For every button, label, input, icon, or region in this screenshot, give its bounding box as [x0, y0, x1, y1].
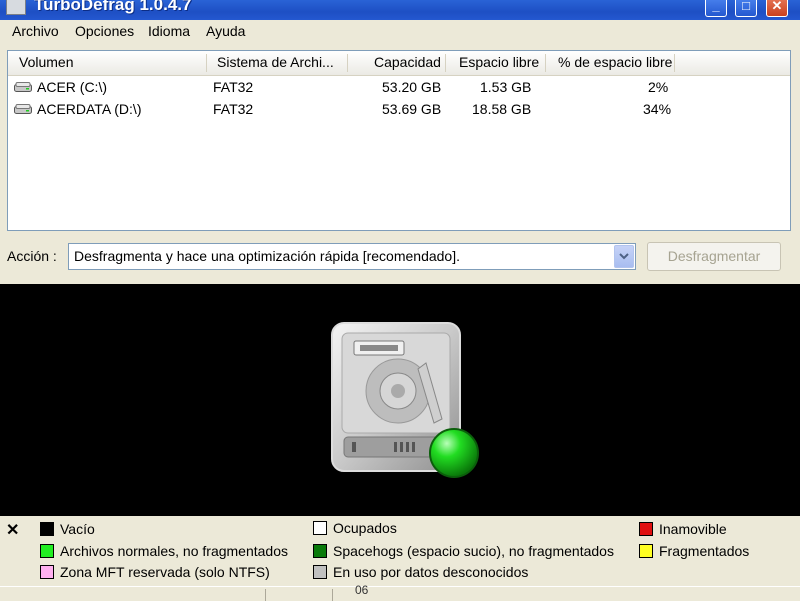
cell-free-percent: 2% [648, 79, 669, 95]
action-label: Acción : [7, 248, 57, 264]
action-select-value: Desfragmenta y hace una optimización ráp… [74, 248, 460, 264]
action-select[interactable]: Desfragmenta y hace una optimización ráp… [68, 243, 636, 270]
legend-swatch [313, 521, 327, 535]
legend-swatch [40, 565, 54, 579]
volume-list[interactable]: Volumen Sistema de Archi... Capacidad Es… [7, 50, 791, 231]
legend-swatch [40, 522, 54, 536]
menu-bar: Archivo Opciones Idioma Ayuda [0, 20, 800, 44]
hard-drive-icon [14, 82, 32, 92]
menu-ayuda[interactable]: Ayuda [206, 23, 245, 39]
legend-swatch [639, 522, 653, 536]
cell-free-percent: 34% [643, 101, 672, 117]
legend-swatch [313, 565, 327, 579]
list-header: Volumen Sistema de Archi... Capacidad Es… [8, 51, 790, 76]
menu-idioma[interactable]: Idioma [148, 23, 190, 39]
col-header-capacidad[interactable]: Capacidad [374, 54, 441, 70]
col-header-porcentaje[interactable]: % de espacio libre [558, 54, 672, 70]
status-bar: 06 [0, 583, 800, 601]
minimize-button[interactable]: _ [705, 0, 727, 17]
title-bar: TurboDefrag 1.0.4.7 _ □ ✕ [0, 0, 800, 20]
hard-drive-icon [14, 104, 32, 114]
close-legend-icon[interactable]: ✕ [6, 520, 19, 540]
window-title: TurboDefrag 1.0.4.7 [34, 0, 192, 14]
legend: ✕ Vacío Ocupados Inamovible Archivos nor… [0, 516, 800, 586]
defragment-button[interactable]: Desfragmentar [647, 242, 781, 271]
legend-swatch [313, 544, 327, 558]
maximize-button[interactable]: □ [735, 0, 757, 17]
col-header-sistema[interactable]: Sistema de Archi... [217, 54, 334, 70]
status-pane [265, 589, 266, 601]
app-icon [6, 0, 26, 15]
col-header-espacio-libre[interactable]: Espacio libre [459, 54, 539, 70]
disk-map [0, 284, 800, 516]
col-header-volumen[interactable]: Volumen [19, 54, 73, 70]
hard-disk-icon [331, 322, 479, 478]
menu-opciones[interactable]: Opciones [75, 23, 134, 39]
legend-swatch [40, 544, 54, 558]
cell-filesystem: FAT32 [213, 79, 254, 95]
cell-free-space: 1.53 GB [480, 79, 532, 95]
cell-capacity: 53.20 GB [382, 79, 442, 95]
table-row[interactable]: ACER (C:\) FAT32 53.20 GB 1.53 GB 2% [8, 77, 790, 99]
status-pane [332, 589, 333, 601]
cell-free-space: 18.58 GB [472, 101, 532, 117]
cell-volume: ACERDATA (D:\) [37, 101, 142, 117]
cell-filesystem: FAT32 [213, 101, 254, 117]
cell-capacity: 53.69 GB [382, 101, 442, 117]
chevron-down-icon[interactable] [614, 245, 634, 268]
legend-swatch [639, 544, 653, 558]
cell-volume: ACER (C:\) [37, 79, 107, 95]
menu-archivo[interactable]: Archivo [12, 23, 59, 39]
table-row[interactable]: ACERDATA (D:\) FAT32 53.69 GB 18.58 GB 3… [8, 99, 790, 121]
status-text: 06 [355, 583, 369, 597]
close-button[interactable]: ✕ [766, 0, 788, 17]
